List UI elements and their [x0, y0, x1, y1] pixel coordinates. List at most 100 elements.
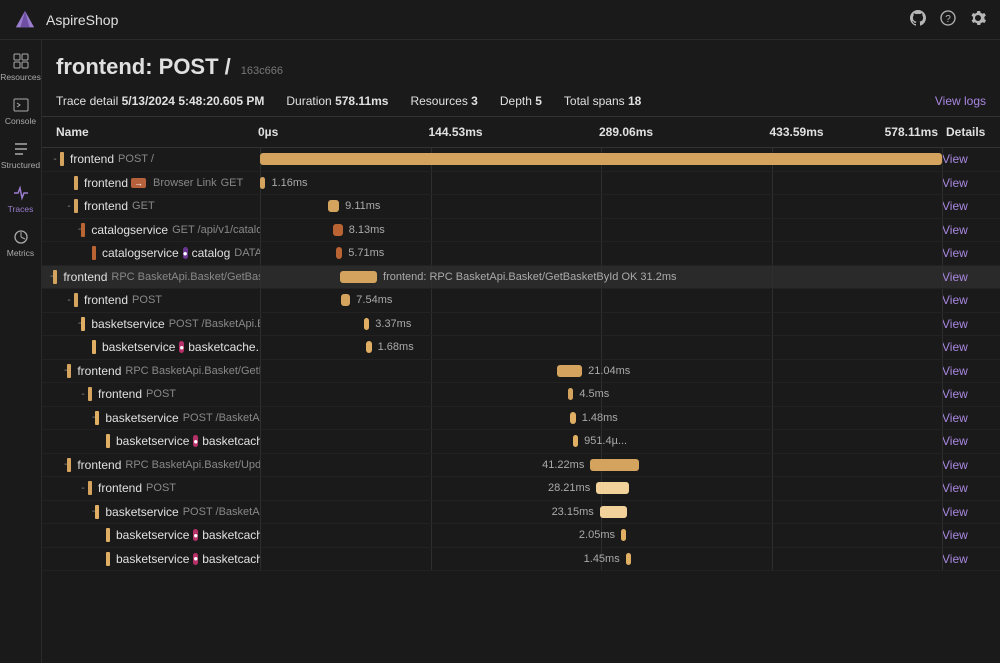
view-link[interactable]: View [942, 176, 968, 190]
github-icon[interactable] [910, 10, 926, 29]
service-name: basketservice [116, 434, 189, 448]
column-name[interactable]: Name [42, 125, 260, 139]
view-link[interactable]: View [942, 223, 968, 237]
service-stripe-icon [92, 246, 96, 260]
span-bar[interactable] [557, 365, 582, 377]
service-stripe-icon [88, 481, 92, 495]
tick-label: 578.11ms [885, 125, 938, 139]
span-bar[interactable] [590, 459, 639, 471]
span-row[interactable]: basketservice●basketcache...1.68msView [42, 336, 1000, 360]
span-row[interactable]: basketservice●basketcache...1.45msView [42, 548, 1000, 572]
span-row[interactable]: -frontendPOST4.5msView [42, 383, 1000, 407]
view-link[interactable]: View [942, 528, 968, 542]
service-name: frontend [70, 152, 114, 166]
span-row[interactable]: -frontendPOST7.54msView [42, 289, 1000, 313]
view-logs-link[interactable]: View logs [935, 94, 986, 108]
span-row[interactable]: -frontendRPC BasketApi.Basket/GetBaske..… [42, 266, 1000, 290]
service-name: basketservice [116, 528, 189, 542]
timeline-cell: 1.45ms [260, 548, 942, 571]
view-link[interactable]: View [942, 340, 968, 354]
view-link[interactable]: View [942, 270, 968, 284]
cache-pill-icon: ● [179, 341, 184, 353]
span-row[interactable]: -frontendPOST /View [42, 148, 1000, 172]
span-row[interactable]: -basketservicePOST /BasketApi.Bas...3.37… [42, 313, 1000, 337]
db-pill-icon: ● [183, 247, 188, 259]
service-name: frontend [84, 199, 128, 213]
span-row[interactable]: catalogservice●catalogDATA ...5.71msView [42, 242, 1000, 266]
rail-item-structured[interactable]: Structured [0, 134, 41, 176]
tick-label: 289.06ms [599, 125, 653, 139]
span-path: GET [132, 200, 155, 212]
service-name: basketservice [102, 340, 175, 354]
span-row[interactable]: -basketservicePOST /BasketApi.Bas...23.1… [42, 501, 1000, 525]
span-path: POST [146, 388, 176, 400]
expand-toggle[interactable]: - [78, 483, 88, 494]
expand-toggle[interactable]: - [50, 154, 60, 165]
service-stripe-icon [81, 223, 85, 237]
span-row[interactable]: basketservice●basketcache...951.4µ...Vie… [42, 430, 1000, 454]
span-row[interactable]: frontend→Browser LinkGET1.16msView [42, 172, 1000, 196]
view-link[interactable]: View [942, 199, 968, 213]
rail-item-metrics[interactable]: Metrics [0, 222, 41, 264]
span-bar[interactable] [260, 153, 942, 165]
span-bar[interactable] [333, 224, 343, 236]
timeline-cell: 951.4µ... [260, 430, 942, 453]
view-link[interactable]: View [942, 552, 968, 566]
span-row[interactable]: -frontendPOST28.21msView [42, 477, 1000, 501]
rail-item-console[interactable]: Console [0, 90, 41, 132]
span-bar[interactable] [340, 271, 377, 283]
view-link[interactable]: View [942, 364, 968, 378]
span-bar[interactable] [621, 529, 626, 541]
service-name: catalogservice [102, 246, 179, 260]
view-link[interactable]: View [942, 246, 968, 260]
expand-toggle[interactable]: - [78, 389, 88, 400]
expand-toggle[interactable]: - [64, 201, 74, 212]
view-link[interactable]: View [942, 481, 968, 495]
span-path: RPC BasketApi.Basket/GetBaske... [111, 271, 260, 283]
expand-toggle[interactable]: - [64, 295, 74, 306]
span-duration-label: 1.48ms [576, 412, 618, 424]
span-bar[interactable] [328, 200, 339, 212]
span-row[interactable]: -frontendRPC BasketApi.Basket/GetBaske..… [42, 360, 1000, 384]
service-name: basketservice [116, 552, 189, 566]
cache-pill-icon: ● [193, 435, 198, 447]
span-bar[interactable] [341, 294, 350, 306]
span-bar[interactable] [336, 247, 343, 259]
timeline-cell: 21.04ms [260, 360, 942, 383]
view-link[interactable]: View [942, 458, 968, 472]
service-name: frontend [77, 458, 121, 472]
service-name: basketservice [105, 411, 178, 425]
column-details[interactable]: Details [942, 125, 1000, 139]
arrow-icon: → [131, 178, 146, 188]
span-bar[interactable] [596, 482, 629, 494]
rail-item-traces[interactable]: Traces [0, 178, 41, 220]
span-bar[interactable] [600, 506, 627, 518]
span-row[interactable]: basketservice●basketcache...2.05msView [42, 524, 1000, 548]
rail-item-resources[interactable]: Resources [0, 46, 41, 88]
span-row[interactable]: -frontendGET9.11msView [42, 195, 1000, 219]
page-title: frontend: POST / [56, 54, 231, 80]
service-stripe-icon [60, 152, 64, 166]
gear-icon[interactable] [970, 10, 986, 29]
view-link[interactable]: View [942, 152, 968, 166]
service-stripe-icon [67, 458, 71, 472]
service-stripe-icon [95, 505, 99, 519]
view-link[interactable]: View [942, 411, 968, 425]
span-row[interactable]: -catalogserviceGET /api/v1/catalog/ite..… [42, 219, 1000, 243]
span-duration-label: 7.54ms [350, 294, 392, 306]
view-link[interactable]: View [942, 434, 968, 448]
service-stripe-icon [106, 552, 110, 566]
view-link[interactable]: View [942, 387, 968, 401]
span-path: POST /BasketApi.Bas... [183, 412, 260, 424]
service-name: catalogservice [91, 223, 168, 237]
view-link[interactable]: View [942, 293, 968, 307]
view-link[interactable]: View [942, 505, 968, 519]
traces-icon [12, 184, 30, 202]
span-bar[interactable] [626, 553, 631, 565]
help-icon[interactable]: ? [940, 10, 956, 29]
span-path: RPC BasketApi.Basket/GetBaske... [125, 365, 260, 377]
service-stripe-icon [106, 434, 110, 448]
span-row[interactable]: -basketservicePOST /BasketApi.Bas...1.48… [42, 407, 1000, 431]
view-link[interactable]: View [942, 317, 968, 331]
span-row[interactable]: -frontendRPC BasketApi.Basket/UpdateBa..… [42, 454, 1000, 478]
